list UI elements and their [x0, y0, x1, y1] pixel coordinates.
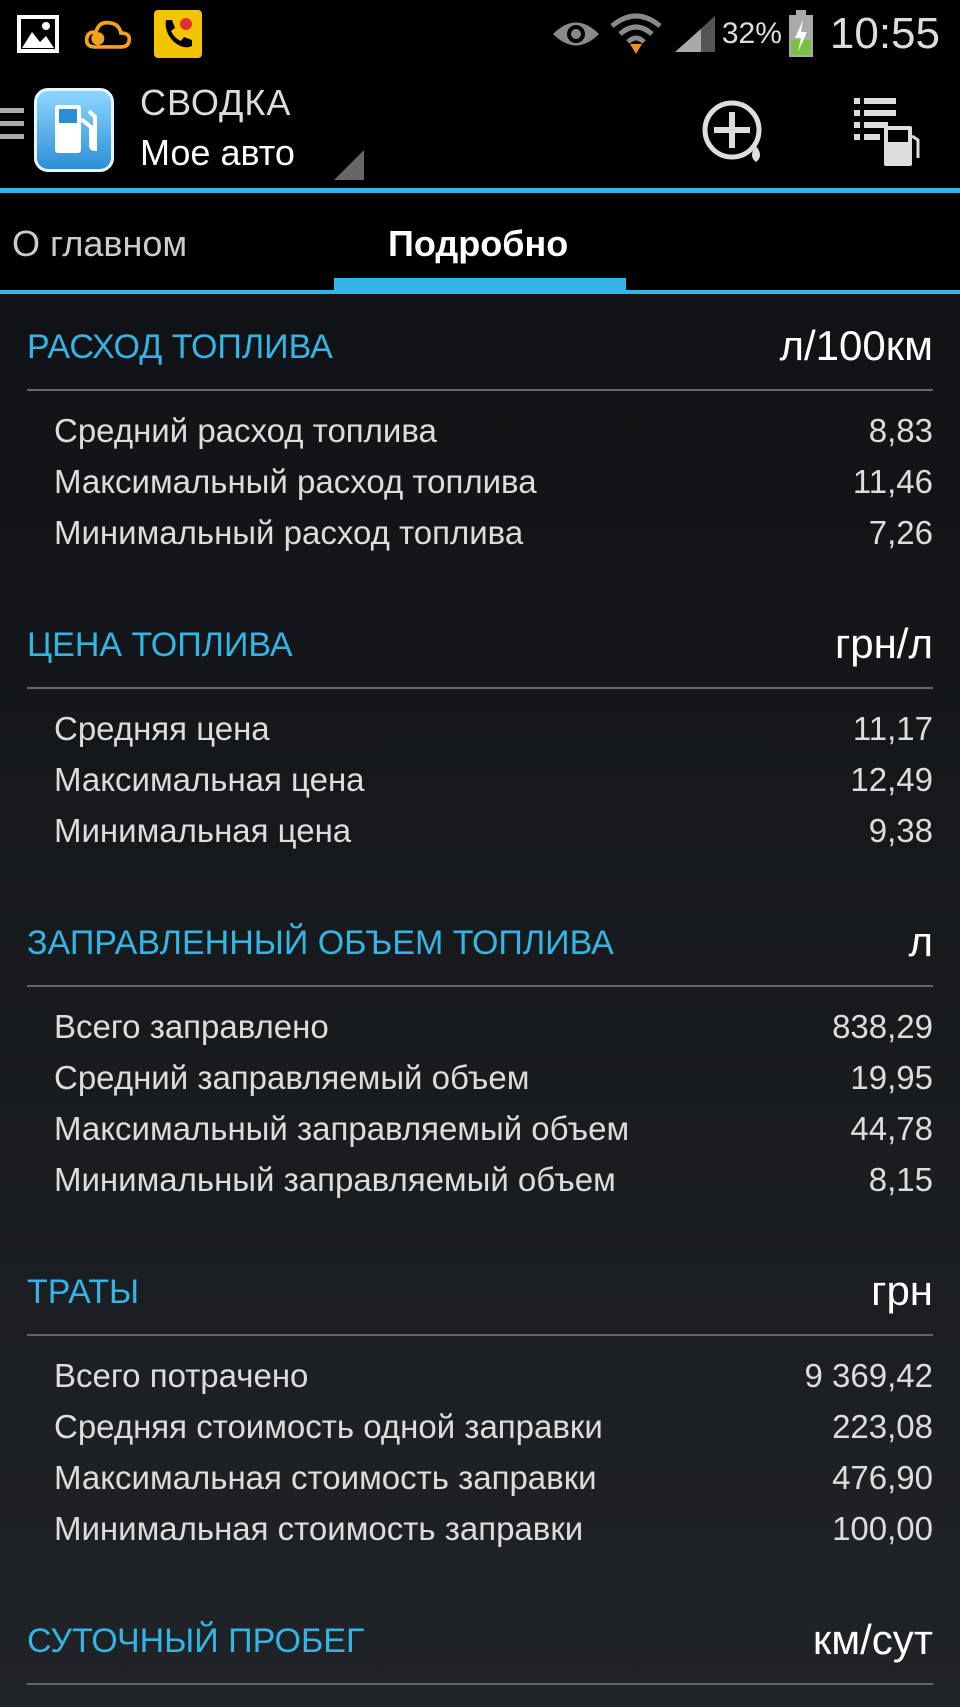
- row-label: Всего потрачено: [54, 1357, 309, 1394]
- list-item: Всего потрачено 9 369,42: [27, 1357, 933, 1408]
- action-bar-title: СВОДКА: [140, 82, 292, 123]
- row-label: Минимальный расход топлива: [54, 514, 524, 551]
- section-unit: л/100км: [779, 322, 933, 369]
- list-item: Минимальная цена 9,38: [27, 812, 933, 863]
- section-divider: [27, 985, 933, 987]
- list-item: Минимальный расход топлива 7,26: [27, 514, 933, 565]
- list-item: Максимальная стоимость заправки 476,90: [27, 1459, 933, 1510]
- row-value: 12,49: [850, 761, 933, 798]
- section-title: ЗАПРАВЛЕННЫЙ ОБЪЕМ ТОПЛИВА: [27, 924, 614, 962]
- row-label: Максимальная стоимость заправки: [54, 1459, 597, 1496]
- row-value: 8,15: [868, 1161, 933, 1198]
- section-fuel-consumption: РАСХОД ТОПЛИВА л/100км Средний расход то…: [27, 294, 933, 551]
- list-item: Всего заправлено 838,29: [27, 1008, 933, 1059]
- wifi-icon: [604, 10, 668, 58]
- section-divider: [27, 1683, 933, 1685]
- section-title: СУТОЧНЫЙ ПРОБЕГ: [27, 1622, 365, 1660]
- tab-detail[interactable]: Подробно: [388, 223, 568, 265]
- list-item: Максимальная цена 12,49: [27, 761, 933, 812]
- row-label: Средняя цена: [54, 710, 270, 747]
- battery-icon: [786, 10, 816, 58]
- eye-icon: [548, 10, 604, 58]
- row-value: 9 369,42: [804, 1357, 933, 1394]
- section-unit: грн: [871, 1267, 933, 1314]
- row-value: 11,46: [852, 463, 933, 500]
- tab-main[interactable]: О главном: [12, 223, 187, 265]
- menu-icon[interactable]: [0, 108, 24, 152]
- section-unit: л: [908, 918, 933, 965]
- clock: 10:55: [829, 9, 940, 58]
- add-refuel-button[interactable]: [702, 98, 768, 168]
- tab-indicator: [334, 278, 626, 290]
- row-label: Максимальная цена: [54, 761, 365, 798]
- list-item: Средний заправляемый объем 19,95: [27, 1059, 933, 1110]
- car-selector-dropdown-icon[interactable]: [334, 150, 364, 180]
- row-label: Минимальная цена: [54, 812, 352, 849]
- section-title: РАСХОД ТОПЛИВА: [27, 328, 333, 366]
- stats-content[interactable]: РАСХОД ТОПЛИВА л/100км Средний расход то…: [0, 294, 960, 1707]
- section-title: ТРАТЫ: [27, 1273, 140, 1311]
- row-value: 19,95: [850, 1059, 933, 1096]
- section-divider: [27, 1334, 933, 1336]
- row-value: 100,00: [832, 1510, 933, 1547]
- signal-icon: [668, 10, 722, 58]
- row-label: Средняя стоимость одной заправки: [54, 1408, 603, 1445]
- gallery-icon: [14, 10, 62, 58]
- row-value: 8,83: [868, 412, 933, 449]
- section-unit: грн/л: [834, 620, 933, 667]
- phone-missed-icon: [154, 10, 202, 58]
- row-label: Средний заправляемый объем: [54, 1059, 530, 1096]
- row-value: 44,78: [850, 1110, 933, 1147]
- section-daily-mileage: СУТОЧНЫЙ ПРОБЕГ км/сут: [27, 1588, 933, 1685]
- list-item: Минимальная стоимость заправки 100,00: [27, 1510, 933, 1561]
- list-item: Средний расход топлива 8,83: [27, 412, 933, 463]
- refuel-list-icon[interactable]: [850, 96, 922, 168]
- row-label: Средний расход топлива: [54, 412, 437, 449]
- list-item: Максимальный расход топлива 11,46: [27, 463, 933, 514]
- row-value: 838,29: [832, 1008, 933, 1045]
- row-label: Максимальный расход топлива: [54, 463, 537, 500]
- car-selector[interactable]: Мое авто: [140, 132, 295, 174]
- row-value: 7,26: [868, 514, 933, 551]
- row-value: 9,38: [868, 812, 933, 849]
- tab-bar: О главном Подробно: [0, 193, 960, 290]
- section-fuel-volume: ЗАПРАВЛЕННЫЙ ОБЪЕМ ТОПЛИВА л Всего запра…: [27, 890, 933, 1198]
- battery-percent: 32%: [721, 17, 782, 50]
- row-value: 11,17: [852, 710, 933, 747]
- section-title: ЦЕНА ТОПЛИВА: [27, 626, 293, 664]
- status-bar: 32% 10:55: [0, 0, 960, 68]
- row-value: 476,90: [832, 1459, 933, 1496]
- row-label: Всего заправлено: [54, 1008, 329, 1045]
- row-label: Минимальный заправляемый объем: [54, 1161, 616, 1198]
- cloud-icon: [84, 10, 132, 58]
- list-item: Максимальный заправляемый объем 44,78: [27, 1110, 933, 1161]
- app-fuel-icon[interactable]: [34, 88, 114, 172]
- list-item: Минимальный заправляемый объем 8,15: [27, 1161, 933, 1212]
- list-item: Средняя стоимость одной заправки 223,08: [27, 1408, 933, 1459]
- row-value: 223,08: [832, 1408, 933, 1445]
- section-expenses: ТРАТЫ грн Всего потрачено 9 369,42 Средня…: [27, 1239, 933, 1547]
- row-label: Минимальная стоимость заправки: [54, 1510, 584, 1547]
- row-label: Максимальный заправляемый объем: [54, 1110, 630, 1147]
- list-item: Средняя цена 11,17: [27, 710, 933, 761]
- section-unit: км/сут: [812, 1616, 933, 1663]
- section-fuel-price: ЦЕНА ТОПЛИВА грн/л Средняя цена 11,17 Мак…: [27, 592, 933, 849]
- section-divider: [27, 687, 933, 689]
- section-divider: [27, 389, 933, 391]
